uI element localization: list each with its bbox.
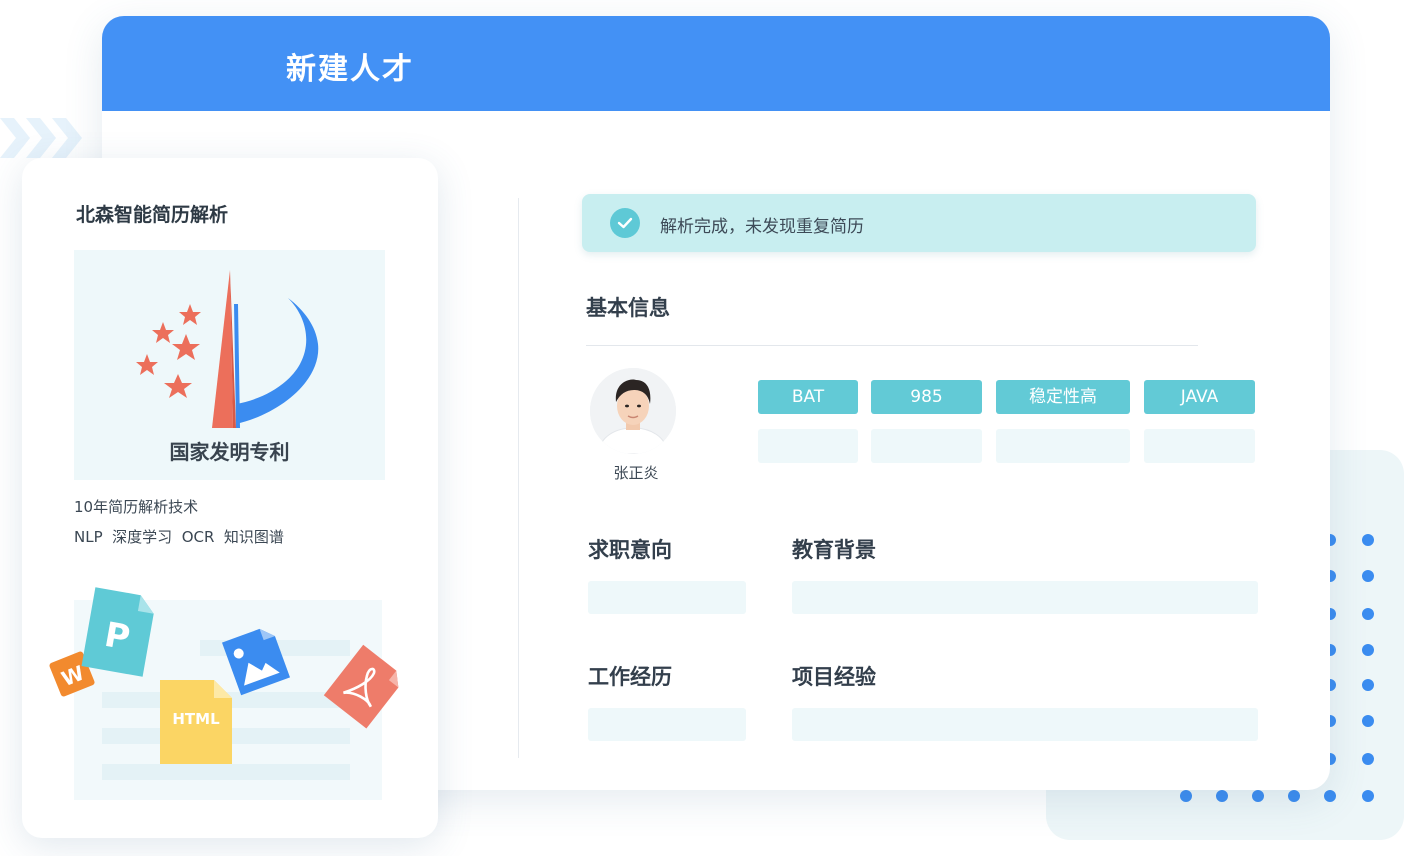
tag-bat: BAT xyxy=(758,380,858,414)
section-title-basic-info: 基本信息 xyxy=(586,296,670,320)
tag-985: 985 xyxy=(871,380,982,414)
banner-text: 解析完成，未发现重复简历 xyxy=(660,217,864,237)
job-intention-field xyxy=(588,581,746,614)
work-experience-field xyxy=(588,708,746,741)
section-title-education: 教育背景 xyxy=(792,538,876,562)
chevrons-decoration xyxy=(0,118,82,158)
patent-badge: 国家发明专利 xyxy=(74,250,385,480)
feature-line-1: 10年简历解析技术 xyxy=(74,498,199,516)
parse-status-banner: 解析完成，未发现重复简历 xyxy=(582,194,1256,252)
tag-placeholder xyxy=(758,429,858,463)
education-field xyxy=(792,581,1258,614)
window-header: 新建人才 xyxy=(102,16,1330,111)
pdf-file-icon xyxy=(323,644,399,729)
ppt-file-icon: P xyxy=(81,587,154,677)
vertical-divider xyxy=(518,198,519,758)
section-title-project-experience: 项目经验 xyxy=(792,665,876,689)
card-title: 北森智能简历解析 xyxy=(76,204,229,226)
check-icon xyxy=(610,208,640,238)
section-title-work-experience: 工作经历 xyxy=(588,665,672,689)
html-file-icon: HTML xyxy=(160,680,232,764)
section-title-job-intention: 求职意向 xyxy=(588,538,672,562)
project-experience-field xyxy=(792,708,1258,741)
avatar xyxy=(590,368,676,454)
resume-parse-card: 北森智能简历解析 国家发明专利 10年简历解析技术 NLP 深度学习 OCR 知… xyxy=(22,158,438,838)
tag-placeholder xyxy=(871,429,982,463)
tag-placeholder xyxy=(996,429,1130,463)
section-divider xyxy=(586,345,1198,346)
svg-text:HTML: HTML xyxy=(172,710,220,728)
feature-line-2: NLP 深度学习 OCR 知识图谱 xyxy=(74,528,284,546)
tag-stability: 稳定性高 xyxy=(996,380,1130,414)
tag-placeholder xyxy=(1144,429,1255,463)
patent-caption: 国家发明专利 xyxy=(169,440,290,464)
window-title: 新建人才 xyxy=(286,52,414,87)
tag-java: JAVA xyxy=(1144,380,1255,414)
candidate-name: 张正炎 xyxy=(613,464,659,482)
patent-logo-icon xyxy=(136,270,319,428)
